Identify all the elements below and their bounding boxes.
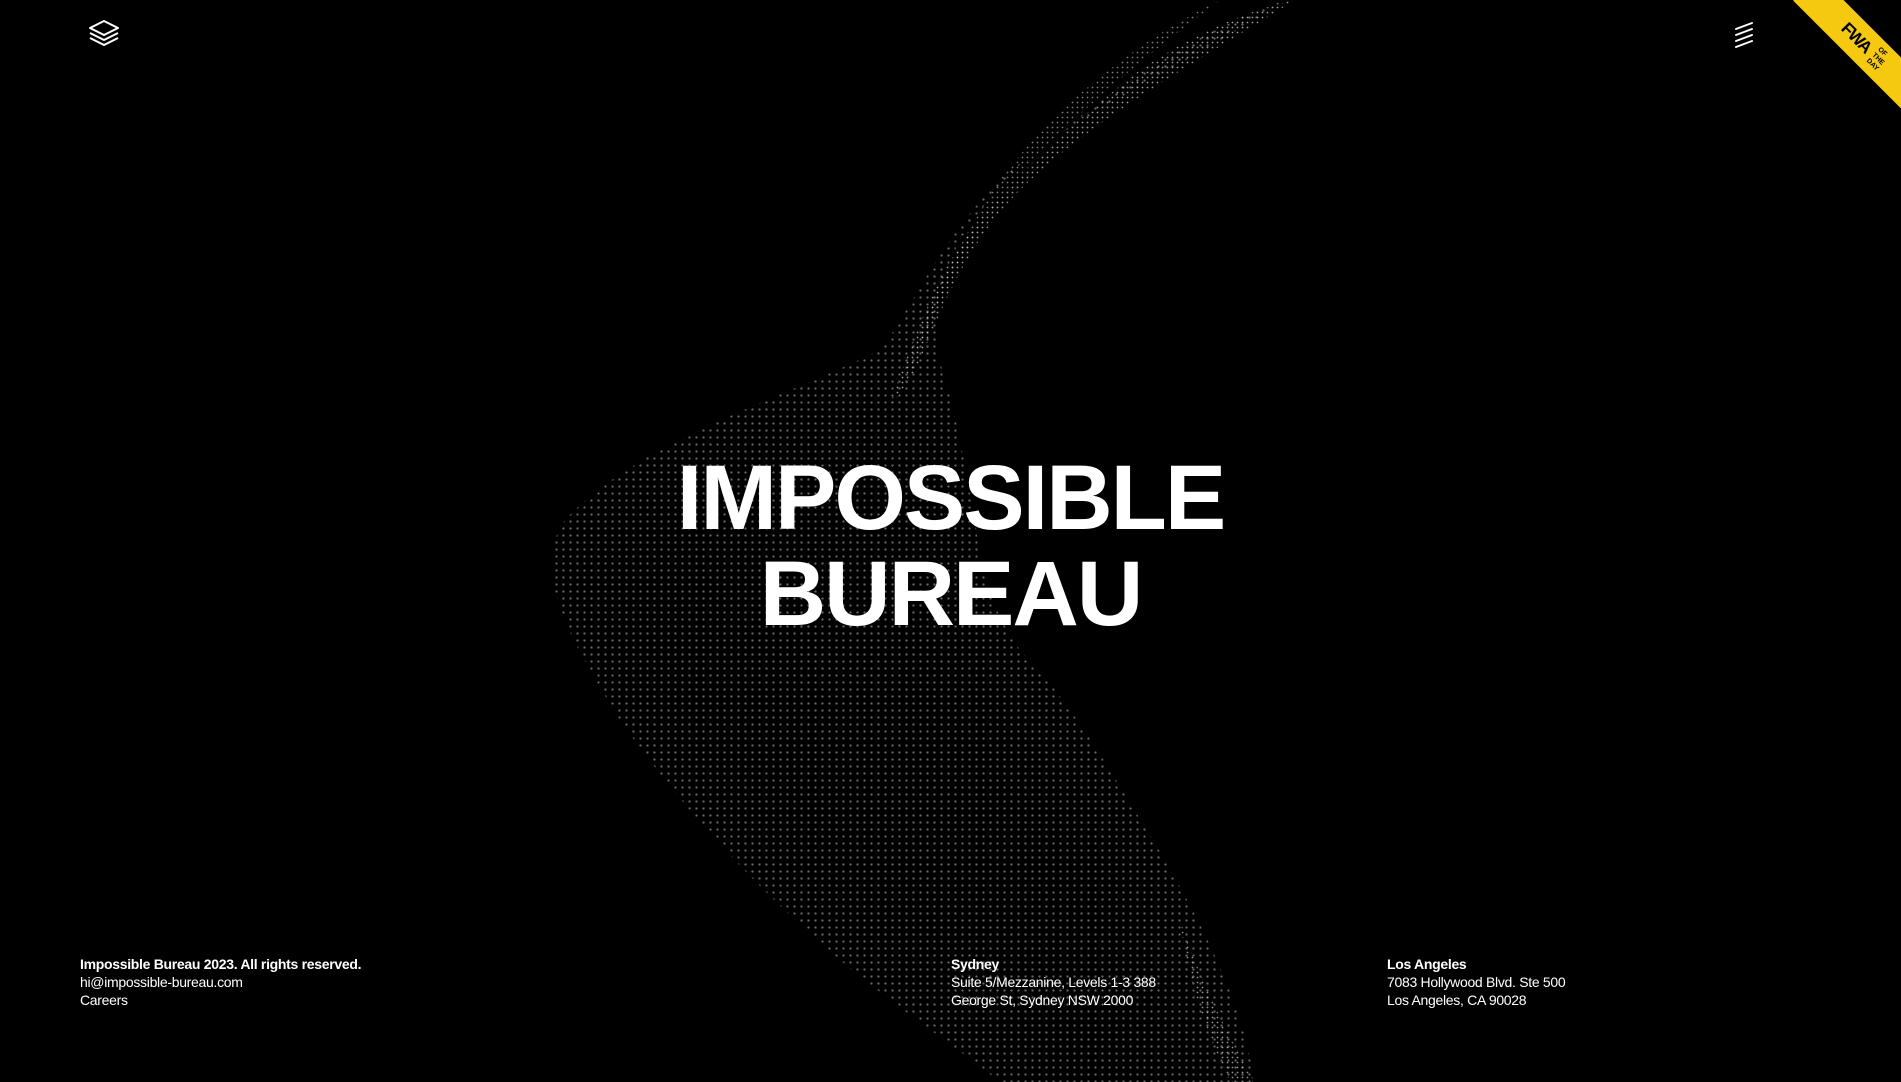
award-subtitle: OF THE DAY [1864,46,1889,73]
hero-title-line-2: BUREAU [759,543,1144,645]
sydney-address-line-2: George St, Sydney NSW 2000 [951,992,1134,1008]
hero-title-line-1: IMPOSSIBLE [676,447,1226,549]
careers-link[interactable]: Careers [80,991,361,1009]
email-link[interactable]: hi@impossible-bureau.com [80,973,361,991]
stacked-layers-icon [89,20,119,46]
menu-lines-icon [1735,22,1753,48]
award-mark: FWA [1837,18,1876,57]
menu-button[interactable] [1731,20,1757,48]
award-ribbon[interactable]: FWA OF THE DAY [1787,0,1901,114]
copyright-text: Impossible Bureau 2023. All rights reser… [80,956,362,972]
award-ribbon-band: FWA OF THE DAY [1793,0,1901,114]
sydney-city: Sydney [951,956,999,972]
footer-sydney-address: Sydney Suite 5/Mezzanine, Levels 1-3 388… [951,955,1156,1009]
footer-los-angeles-address: Los Angeles 7083 Hollywood Blvd. Ste 500… [1387,955,1566,1009]
hero-title: IMPOSSIBLE BUREAU [0,450,1901,642]
los-angeles-address-line-1: 7083 Hollywood Blvd. Ste 500 [1387,974,1566,990]
logo-icon[interactable] [87,19,121,51]
los-angeles-address-line-2: Los Angeles, CA 90028 [1387,992,1527,1008]
sydney-address-line-1: Suite 5/Mezzanine, Levels 1-3 388 [951,974,1156,990]
los-angeles-city: Los Angeles [1387,956,1467,972]
footer-company: Impossible Bureau 2023. All rights reser… [80,955,361,1009]
